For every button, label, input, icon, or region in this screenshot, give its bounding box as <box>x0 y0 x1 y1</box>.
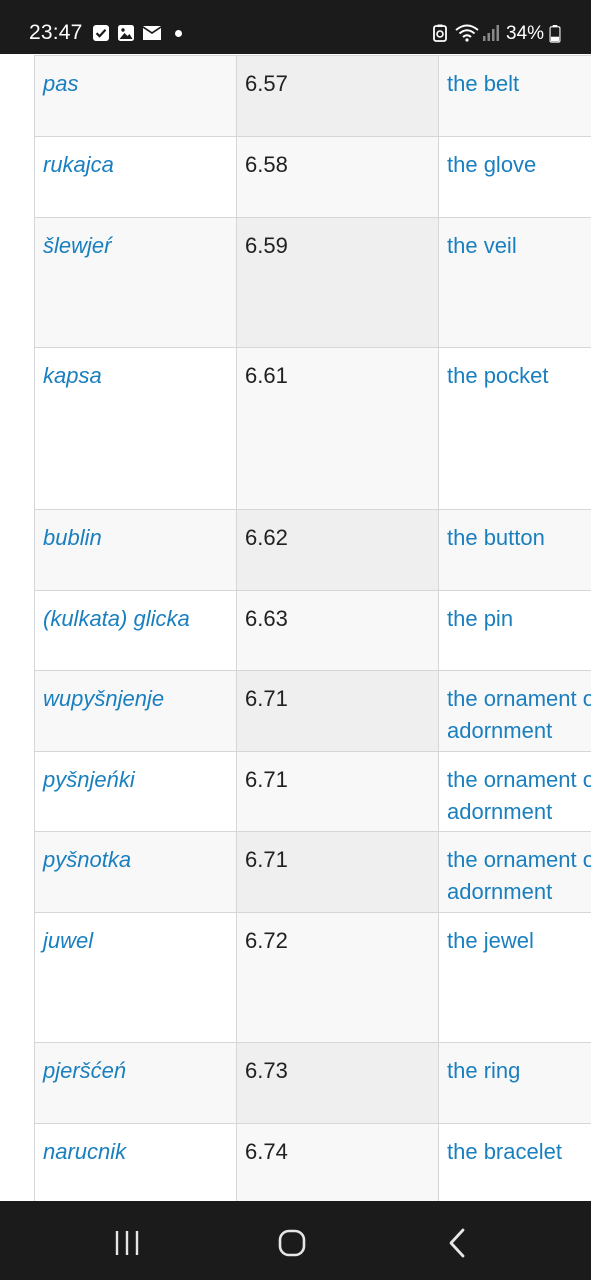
meaning-line[interactable]: the ornament or <box>447 844 591 876</box>
section-number: 6.58 <box>236 136 439 218</box>
word-link[interactable]: (kulkata) glicka <box>34 590 237 671</box>
word-link[interactable]: pyšnjeńki <box>34 751 237 832</box>
table-row: šlewjeŕ 6.59 the veil <box>34 217 591 348</box>
meaning-link[interactable]: the ornament or adornment <box>438 831 591 913</box>
table-row: wupyšnjenje 6.71 the ornament or adornme… <box>34 670 591 752</box>
battery-percent: 34% <box>506 23 545 44</box>
meaning-link[interactable]: the belt <box>438 55 591 137</box>
table-row: juwel 6.72 the jewel <box>34 912 591 1043</box>
table-row: (kulkata) glicka 6.63 the pin <box>34 590 591 671</box>
meaning-line[interactable]: the ornament or <box>447 683 591 715</box>
word-link[interactable]: bublin <box>34 509 237 591</box>
table-row: rukajca 6.58 the glove <box>34 136 591 218</box>
section-number: 6.61 <box>236 347 439 510</box>
section-number: 6.71 <box>236 831 439 913</box>
section-number: 6.71 <box>236 751 439 832</box>
word-link[interactable]: pyšnotka <box>34 831 237 913</box>
table-row: pyšnotka 6.71 the ornament or adornment <box>34 831 591 913</box>
status-bar: 23:47 34% <box>0 0 591 54</box>
table-row: pyšnjeńki 6.71 the ornament or adornment <box>34 751 591 832</box>
word-link[interactable]: kapsa <box>34 347 237 510</box>
section-number: 6.63 <box>236 590 439 671</box>
word-link[interactable]: wupyšnjenje <box>34 670 237 752</box>
meaning-line[interactable]: the veil <box>447 230 591 262</box>
meaning-line[interactable]: adornment <box>447 715 591 747</box>
home-button[interactable] <box>272 1223 312 1263</box>
section-number: 6.59 <box>236 217 439 348</box>
table-row: pas 6.57 the belt <box>34 55 591 137</box>
wifi-icon <box>455 24 479 42</box>
vocabulary-table: pas 6.57 the belt rukajca 6.58 the glove… <box>34 55 591 1201</box>
meaning-line[interactable]: the pin <box>447 603 591 635</box>
word-link[interactable]: juwel <box>34 912 237 1043</box>
meaning-link[interactable]: the ring <box>438 1042 591 1124</box>
meaning-line[interactable]: adornment <box>447 876 591 908</box>
meaning-line[interactable]: the ring <box>447 1055 591 1087</box>
meaning-link[interactable]: the button <box>438 509 591 591</box>
navigation-bar <box>0 1201 591 1280</box>
meaning-link[interactable]: the jewel <box>438 912 591 1043</box>
table-row: bublin 6.62 the button <box>34 509 591 591</box>
table-row: pjeršćeń 6.73 the ring <box>34 1042 591 1124</box>
recent-apps-button[interactable] <box>107 1223 147 1263</box>
meaning-link[interactable]: the veil <box>438 217 591 348</box>
section-number: 6.62 <box>236 509 439 591</box>
section-number: 6.74 <box>236 1123 439 1201</box>
meaning-line[interactable]: the pocket <box>447 360 591 392</box>
word-link[interactable]: šlewjeŕ <box>34 217 237 348</box>
meaning-line[interactable]: the button <box>447 522 591 554</box>
more-notifications-dot <box>175 30 182 37</box>
meaning-line[interactable]: the glove <box>447 149 591 181</box>
meaning-link[interactable]: the ornament or adornment <box>438 670 591 752</box>
meaning-line[interactable]: the bracelet <box>447 1136 591 1168</box>
meaning-link[interactable]: the pocket <box>438 347 591 510</box>
meaning-line[interactable]: the ornament or <box>447 764 591 796</box>
section-number: 6.57 <box>236 55 439 137</box>
meaning-line[interactable]: the belt <box>447 68 591 100</box>
section-number: 6.71 <box>236 670 439 752</box>
word-link[interactable]: rukajca <box>34 136 237 218</box>
back-button[interactable] <box>438 1223 478 1263</box>
gallery-notification-icon <box>118 25 134 41</box>
meaning-link[interactable]: the ornament or adornment <box>438 751 591 832</box>
meaning-line[interactable]: adornment <box>447 796 591 828</box>
recycle-icon <box>433 24 447 42</box>
checkbox-notification-icon <box>93 25 109 41</box>
signal-icon <box>483 25 499 41</box>
section-number: 6.72 <box>236 912 439 1043</box>
word-link[interactable]: pjeršćeń <box>34 1042 237 1124</box>
section-number: 6.73 <box>236 1042 439 1124</box>
battery-icon <box>549 25 561 43</box>
meaning-link[interactable]: the pin <box>438 590 591 671</box>
status-time: 23:47 <box>29 21 83 44</box>
meaning-link[interactable]: the glove <box>438 136 591 218</box>
page-content: pas 6.57 the belt rukajca 6.58 the glove… <box>0 54 591 1201</box>
word-link[interactable]: pas <box>34 55 237 137</box>
table-row: kapsa 6.61 the pocket <box>34 347 591 510</box>
mail-notification-icon <box>143 26 161 40</box>
meaning-link[interactable]: the bracelet <box>438 1123 591 1201</box>
meaning-line[interactable]: the jewel <box>447 925 591 957</box>
table-row: narucnik 6.74 the bracelet <box>34 1123 591 1201</box>
word-link[interactable]: narucnik <box>34 1123 237 1201</box>
